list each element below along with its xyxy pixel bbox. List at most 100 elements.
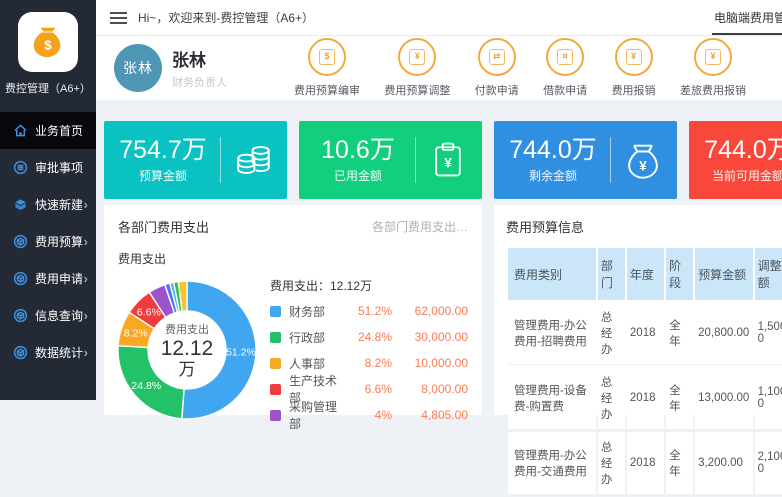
travel-claim-icon: ¥ [694,38,732,76]
sidebar-item-4[interactable]: 费用预算 › [0,223,96,260]
legend-name: 采购管理部 [289,398,346,432]
quick-action-费用预算编审[interactable]: $ 费用预算编审 [294,38,360,98]
sidebar-item-1[interactable]: 业务首页 [0,112,96,149]
legend-percent: 4% [346,408,392,422]
legend-marker-icon [270,384,281,395]
table-cell: 管理费用-办公费用-交通费用 [508,432,596,495]
legend-percent: 51.2% [346,304,392,318]
dept-expense-panel: 各部门费用支出 各部门费用支出… 费用支出 51.2%24.8%8.2%6.6%… [104,205,482,415]
panel-title: 费用预算信息 [506,217,584,236]
stat-card-剩余金额: 744.0万 剩余金额 ¥ [494,121,677,199]
quick-action-费用报销[interactable]: ¥ 费用报销 [612,38,656,98]
budget-table: 费用类别部门年度阶段预算金额调整金额可用金额管理费用-办公费用-招聘费用总经办2… [506,246,782,497]
budget-review-icon: $ [308,38,346,76]
moneybag-logo-icon: $ [18,12,78,72]
stat-value: 744.0万 [506,136,600,164]
coins-icon [231,138,275,182]
table-cell: 总经办 [598,302,625,365]
sidebar-item-label: 信息查询 [35,307,84,324]
sidebar-nav: 业务首页 审批事项 快速新建 › 费用预算 › 费用申请 › 信息查询 › 数据… [0,112,96,371]
stat-card-当前可用金额: 744.0万 当前可用金额 ¥ [689,121,782,199]
legend-name: 财务部 [289,303,346,320]
legend-value: 4,805.00 [392,408,468,422]
table-cell: 20,800.00 [695,302,752,365]
stat-value: 754.7万 [116,136,210,164]
hamburger-menu-icon[interactable] [110,9,127,27]
table-header: 费用类别 [508,248,596,300]
table-header: 年度 [627,248,664,300]
quick-action-差旅费用报销[interactable]: ¥ 差旅费用报销 [680,38,746,98]
quick-action-费用预算调整[interactable]: ¥ 费用预算调整 [384,38,450,98]
chevron-right-icon: › [84,345,88,360]
table-cell: 2,100.00 [755,432,782,495]
sidebar-item-5[interactable]: 费用申请 › [0,260,96,297]
tab-pc-expense[interactable]: 电脑端费用管理 [712,9,782,35]
table-cell: 全年 [666,367,693,430]
user-name: 张林 [172,46,282,71]
quick-action-label: 借款申请 [543,82,587,98]
sidebar-item-label: 业务首页 [35,122,88,139]
table-cell: 3,200.00 [695,432,752,495]
table-cell: 全年 [666,432,693,495]
clipboard-yen-icon: ¥ [426,138,470,182]
sidebar-item-2[interactable]: 审批事项 [0,149,96,186]
app-logo: $ 费控管理（A6+） [0,0,96,96]
legend-value: 10,000.00 [392,356,468,370]
sidebar-item-label: 数据统计 [35,344,84,361]
avatar: 张林 [114,44,162,92]
stat-card-已用金额: 10.6万 已用金额 ¥ [299,121,482,199]
sidebar-item-6[interactable]: 信息查询 › [0,297,96,334]
stat-card-预算金额: 754.7万 预算金额 [104,121,287,199]
legend-value: 62,000.00 [392,304,468,318]
table-row: 管理费用-设备费-购置费总经办2018全年13,000.001,100.0014… [508,367,782,430]
legend-percent: 8.2% [346,356,392,370]
quick-action-label: 费用预算编审 [294,82,360,98]
table-cell: 管理费用-设备费-购置费 [508,367,596,430]
loan-request-icon: ¤ [546,38,584,76]
legend-item-采购管理部[interactable]: 采购管理部 4% 4,805.00 [270,402,468,428]
legend-marker-icon [270,306,281,317]
legend-item-财务部[interactable]: 财务部 51.2% 62,000.00 [270,298,468,324]
quick-action-label: 费用预算调整 [384,82,450,98]
table-row: 管理费用-办公费用-交通费用总经办2018全年3,200.002,100.005… [508,432,782,495]
chevron-right-icon: › [84,197,88,212]
svg-text:¥: ¥ [639,159,647,174]
legend-percent: 24.8% [346,330,392,344]
chart-total-label: 费用支出：12.12万 [270,277,468,294]
stat-label: 预算金额 [116,167,210,184]
moneybag-icon: ¥ [621,138,665,182]
sidebar-item-3[interactable]: 快速新建 › [0,186,96,223]
quick-new-icon [13,197,28,212]
legend-name: 行政部 [289,329,346,346]
table-row: 管理费用-办公费用-招聘费用总经办2018全年20,800.001,500.00… [508,302,782,365]
legend-item-行政部[interactable]: 行政部 24.8% 30,000.00 [270,324,468,350]
legend-percent: 6.6% [346,382,392,396]
quick-action-付款申请[interactable]: ⇄ 付款申请 [475,38,519,98]
app-title: 费控管理（A6+） [0,80,96,96]
table-cell: 1,100.00 [755,367,782,430]
stat-value: 744.0万 [701,136,782,164]
main-area: Hi~，欢迎来到-费控管理（A6+） 电脑端费用管理 张林 张林 财务负责人 $… [96,0,782,400]
table-cell: 管理费用-办公费用-招聘费用 [508,302,596,365]
table-cell: 2018 [627,367,664,430]
table-header: 调整金额 [755,248,782,300]
query-icon [13,308,28,323]
sidebar-item-7[interactable]: 数据统计 › [0,334,96,371]
donut-slice-label: 6.6% [137,306,161,318]
quick-action-借款申请[interactable]: ¤ 借款申请 [543,38,587,98]
sidebar: $ 费控管理（A6+） 业务首页 审批事项 快速新建 › 费用预算 › 费用申请… [0,0,96,400]
legend-marker-icon [270,410,281,421]
chevron-right-icon: › [84,308,88,323]
table-cell: 13,000.00 [695,367,752,430]
quick-actions: $ 费用预算编审 ¥ 费用预算调整 ⇄ 付款申请 ¤ 借款申请 ¥ 费用报销 ¥… [282,38,772,98]
chart-subtitle: 费用支出 [118,250,468,267]
svg-text:¥: ¥ [444,155,452,170]
sidebar-item-label: 快速新建 [35,196,84,213]
budget-icon [13,234,28,249]
approval-icon [13,160,28,175]
dept-expense-tab[interactable]: 各部门费用支出… [372,218,468,235]
chevron-right-icon: › [84,234,88,249]
payment-request-icon: ⇄ [478,38,516,76]
quick-action-label: 费用报销 [612,82,656,98]
sidebar-item-label: 审批事项 [35,159,88,176]
